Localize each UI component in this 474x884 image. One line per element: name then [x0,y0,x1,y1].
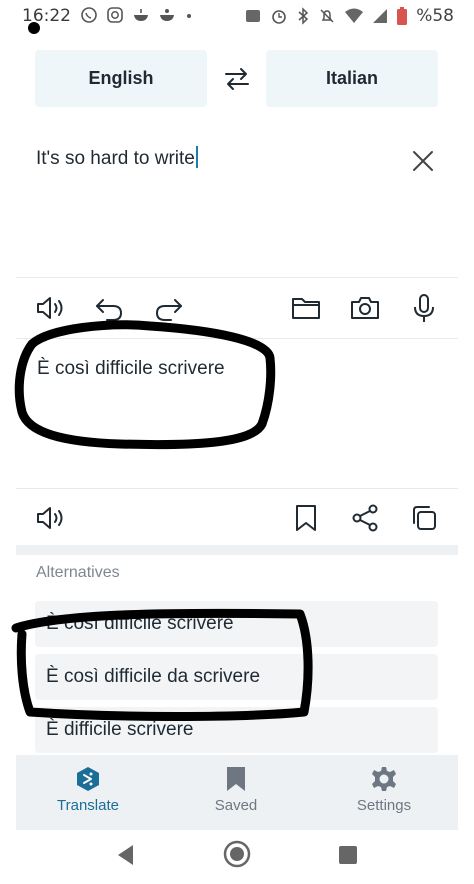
bookmark-icon[interactable] [290,502,322,534]
volte-icon [246,10,261,22]
bottom-navigation: Translate Saved Settings [16,755,458,830]
camera-icon[interactable] [349,292,381,324]
signal-icon [373,9,388,23]
nav-saved[interactable]: Saved [166,755,306,830]
translate-icon [77,767,99,791]
alternative-item[interactable]: È così difficile da scrivere [35,654,438,700]
annotation-loop-translation [14,320,276,450]
divider [16,277,458,278]
close-icon[interactable] [410,148,436,174]
speaker-icon[interactable] [34,502,66,534]
nav-saved-label: Saved [214,797,258,814]
microphone-icon[interactable] [408,292,440,324]
whatsapp-icon [81,7,97,23]
divider [16,338,458,339]
source-text: It's so hard to write [36,148,195,169]
instagram-icon [107,7,123,23]
redo-icon[interactable] [153,292,185,324]
nav-translate[interactable]: Translate [18,755,158,830]
bookmark-icon [227,767,245,791]
nav-settings[interactable]: Settings [314,755,454,830]
speaker-icon[interactable] [34,292,66,324]
recents-icon[interactable] [338,845,358,865]
text-cursor [195,146,198,168]
share-icon[interactable] [349,502,381,534]
alternative-item[interactable]: È così difficile scrivere [35,601,438,647]
camera-cutout [28,22,40,34]
system-navigation-bar [0,830,474,884]
alarm-icon [272,10,287,24]
home-icon[interactable] [222,839,252,869]
swap-icon[interactable] [222,64,252,94]
wifi-icon [345,8,364,23]
back-icon[interactable] [115,843,137,867]
target-language-button[interactable]: Italian [266,50,438,107]
source-text-input[interactable]: It's so hard to write [36,146,198,170]
translation-text: È così difficile scrivere [37,358,225,379]
gear-icon [372,767,396,791]
undo-icon[interactable] [93,292,125,324]
status-left-icons [80,6,194,24]
nav-translate-label: Translate [57,797,119,814]
source-language-button[interactable]: English [35,50,207,107]
food-icon [160,9,174,21]
alternative-item[interactable]: È difficile scrivere [35,707,438,753]
section-separator [16,545,458,555]
alternatives-heading: Alternatives [36,564,120,581]
battery-icon [397,7,408,25]
dot-icon [187,14,191,18]
copy-icon[interactable] [408,502,440,534]
nav-settings-label: Settings [356,797,412,814]
mute-icon [320,9,334,23]
status-right-icons: %58 [244,6,454,26]
divider [16,488,458,489]
bluetooth-icon [298,7,309,25]
battery-percent: %58 [416,6,454,26]
food-icon [134,9,148,21]
status-bar: 16:22 %58 [0,0,474,34]
folder-icon[interactable] [290,292,322,324]
